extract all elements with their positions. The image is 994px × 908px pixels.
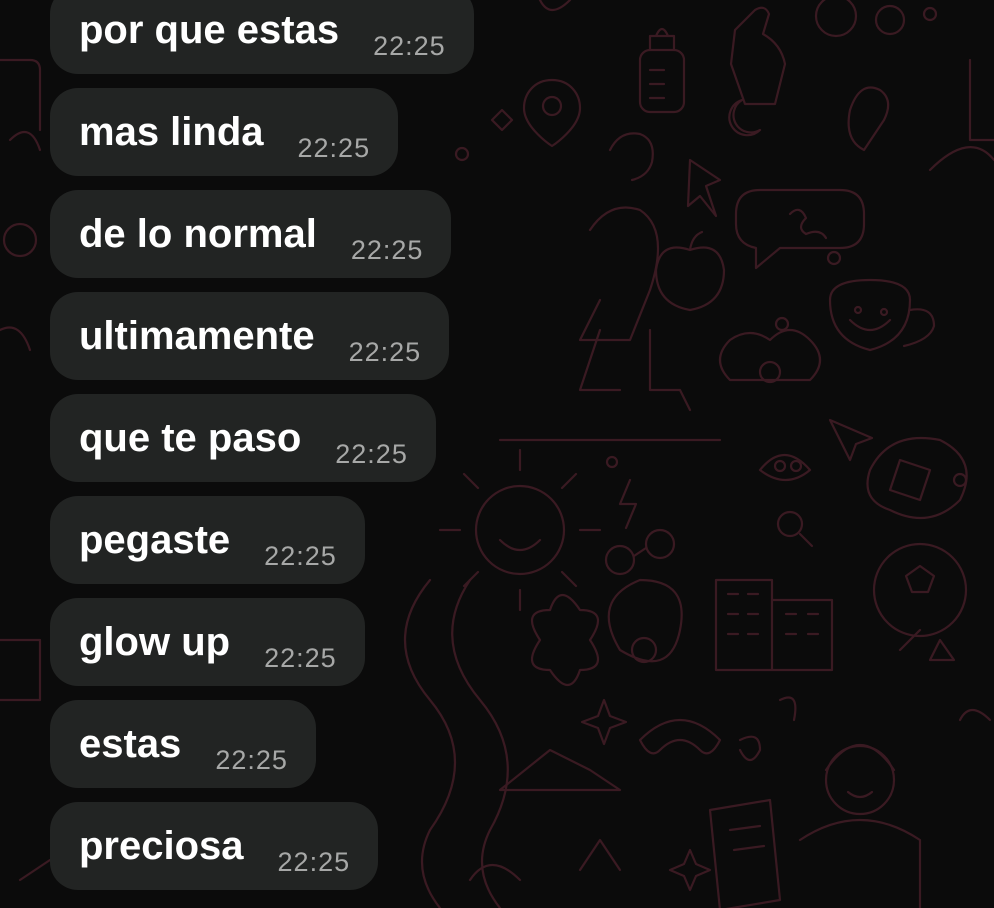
message-text: ultimamente: [79, 314, 315, 358]
message-bubble[interactable]: de lo normal 22:25: [50, 190, 452, 278]
message-list: por que estas 22:25 mas linda 22:25 de l…: [50, 0, 474, 904]
message-text: de lo normal: [79, 212, 317, 256]
message-timestamp: 22:25: [264, 643, 337, 673]
message-text: pegaste: [79, 518, 231, 562]
message-row: mas linda 22:25: [50, 88, 474, 190]
message-bubble[interactable]: que te paso 22:25: [50, 394, 436, 482]
message-timestamp: 22:25: [335, 439, 408, 469]
message-row: preciosa 22:25: [50, 802, 474, 904]
message-text: estas: [79, 722, 182, 766]
message-text: que te paso: [79, 416, 302, 460]
message-bubble[interactable]: pegaste 22:25: [50, 496, 365, 584]
message-row: estas 22:25: [50, 700, 474, 802]
message-row: pegaste 22:25: [50, 496, 474, 598]
message-bubble[interactable]: preciosa 22:25: [50, 802, 379, 890]
message-bubble[interactable]: mas linda 22:25: [50, 88, 399, 176]
message-row: que te paso 22:25: [50, 394, 474, 496]
message-row: ultimamente 22:25: [50, 292, 474, 394]
message-text: glow up: [79, 620, 231, 664]
message-row: por que estas 22:25: [50, 0, 474, 88]
message-timestamp: 22:25: [297, 133, 371, 163]
message-timestamp: 22:25: [350, 235, 424, 265]
message-timestamp: 22:25: [264, 541, 337, 571]
message-bubble[interactable]: por que estas 22:25: [50, 0, 474, 74]
message-row: de lo normal 22:25: [50, 190, 474, 292]
message-timestamp: 22:25: [277, 847, 351, 877]
message-timestamp: 22:25: [373, 31, 446, 61]
message-row: glow up 22:25: [50, 598, 474, 700]
message-bubble[interactable]: ultimamente 22:25: [50, 292, 450, 380]
message-bubble[interactable]: estas 22:25: [50, 700, 316, 788]
message-timestamp: 22:25: [348, 337, 422, 367]
message-text: preciosa: [79, 824, 244, 868]
message-text: mas linda: [79, 110, 264, 154]
message-bubble[interactable]: glow up 22:25: [50, 598, 365, 686]
message-text: por que estas: [79, 8, 340, 52]
message-timestamp: 22:25: [215, 745, 288, 775]
